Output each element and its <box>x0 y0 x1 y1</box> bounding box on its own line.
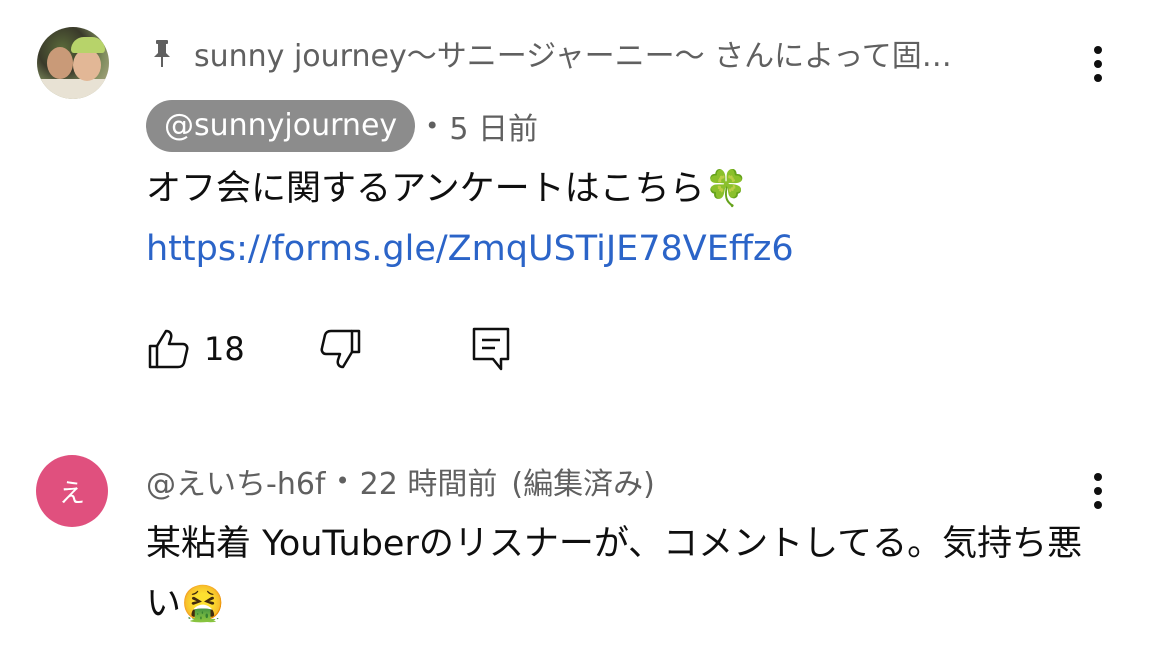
reply-comment-icon <box>472 327 509 371</box>
author-badge[interactable]: @sunnyjourney <box>146 100 416 152</box>
pinned-indicator: sunny journey〜サニージャーニー〜 さんによって固… <box>150 30 1054 76</box>
avatar-cap <box>71 37 105 53</box>
more-vertical-icon <box>1094 46 1102 82</box>
meta-separator: • <box>335 467 350 495</box>
thumbs-up-icon <box>148 329 189 369</box>
more-vertical-icon <box>1094 473 1102 509</box>
like-count: 18 <box>204 330 245 368</box>
reply-button[interactable] <box>471 326 511 372</box>
dislike-button[interactable] <box>319 327 363 371</box>
user-avatar[interactable]: え <box>36 455 108 527</box>
like-button[interactable]: 18 <box>146 327 245 371</box>
channel-avatar[interactable] <box>37 27 109 99</box>
avatar-face-right <box>73 49 101 81</box>
comment-body: 某粘着 YouTuberのリスナーが、コメントしてる。気持ち悪い🤮 <box>146 524 1083 624</box>
comment-more-button[interactable] <box>1078 461 1118 521</box>
pinned-by-text: sunny journey〜サニージャーニー〜 さんによって固… <box>194 39 952 74</box>
comment-link[interactable]: https://forms.gle/ZmqUSTiJE78VEffz6 <box>146 220 794 278</box>
comment-time: 22 時間前 <box>359 467 498 502</box>
avatar-face-left <box>47 47 73 79</box>
meta-separator: • <box>425 112 440 140</box>
comment-actions: 18 <box>146 322 511 376</box>
pin-icon <box>154 40 170 67</box>
comment-body: オフ会に関するアンケートはこちら🍀 <box>146 169 749 209</box>
comments-section: sunny journey〜サニージャーニー〜 さんによって固… @sunnyj… <box>0 0 1170 660</box>
comment-meta: @sunnyjourney • 5 日前 <box>146 99 538 153</box>
edited-label: (編集済み) <box>511 467 655 502</box>
comment-meta: @えいち-h6f • 22 時間前 (編集済み) <box>146 458 655 504</box>
comment-time: 5 日前 <box>449 112 538 147</box>
comment-author[interactable]: @えいち-h6f <box>146 459 326 503</box>
avatar-shirt <box>37 79 109 99</box>
comment-more-button[interactable] <box>1078 34 1118 94</box>
thumbs-down-icon <box>320 329 360 369</box>
